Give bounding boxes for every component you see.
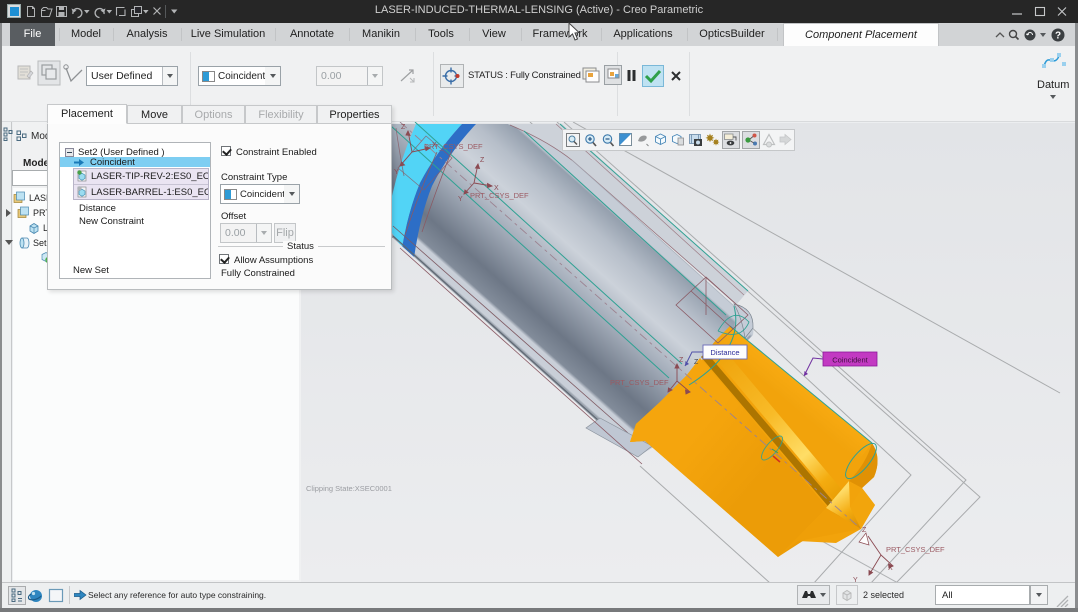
svg-text:Z: Z — [480, 157, 485, 164]
svg-text:X: X — [432, 142, 437, 149]
svg-text:X: X — [888, 565, 893, 572]
svg-text:PRT_CSYS_DEF: PRT_CSYS_DEF — [470, 191, 529, 200]
svg-text:Z: Z — [401, 124, 406, 131]
svg-text:X: X — [494, 185, 499, 192]
svg-text:?: ? — [1055, 30, 1061, 41]
svg-text:Y: Y — [394, 169, 399, 176]
svg-text:PRT_CSYS_DEF: PRT_CSYS_DEF — [886, 545, 945, 554]
svg-text:Distance: Distance — [710, 348, 739, 357]
svg-text:Y: Y — [458, 196, 463, 203]
svg-text:Z: Z — [694, 359, 699, 366]
svg-text:Z: Z — [862, 527, 867, 534]
svg-text:Z: Z — [679, 357, 684, 364]
svg-text:Coincident: Coincident — [832, 356, 868, 365]
svg-text:PRT_CSYS_DEF: PRT_CSYS_DEF — [610, 378, 669, 387]
